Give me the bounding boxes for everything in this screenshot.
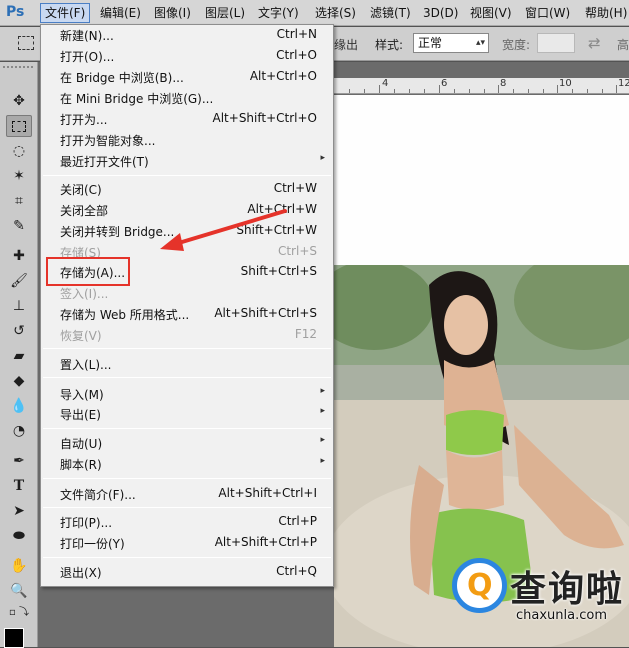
- zoom-tool-icon[interactable]: 🔍: [6, 580, 32, 602]
- crop-tool-icon[interactable]: ⌗: [6, 190, 32, 212]
- swap-colors-icon[interactable]: ▫ ⤵: [2, 602, 36, 624]
- menu-type[interactable]: 文字(Y): [254, 3, 303, 23]
- menu-item-scripts[interactable]: 脚本(R) ▸: [41, 455, 333, 475]
- menu-item-import[interactable]: 导入(M) ▸: [41, 385, 333, 405]
- swap-icon[interactable]: ⇄: [588, 34, 601, 52]
- marquee-preset-icon[interactable]: [18, 36, 34, 50]
- menu-item-open-smart-object[interactable]: 打开为智能对象...: [41, 131, 333, 151]
- history-brush-tool-icon[interactable]: ↺: [6, 320, 32, 342]
- menu-separator: [43, 175, 331, 176]
- height-label: 高: [617, 38, 629, 52]
- ruler-label: 6: [441, 78, 448, 89]
- menu-item-revert[interactable]: 恢复(V) F12: [41, 326, 333, 346]
- width-label: 宽度:: [502, 38, 531, 52]
- menu-item-browse-bridge[interactable]: 在 Bridge 中浏览(B)... Alt+Ctrl+O: [41, 68, 333, 88]
- menu-item-place[interactable]: 置入(L)...: [41, 355, 333, 375]
- chevron-updown-icon: ▴▾: [475, 38, 485, 48]
- watermark-logo-icon: Q: [452, 558, 507, 613]
- dodge-tool-icon[interactable]: ◔: [6, 420, 32, 442]
- submenu-arrow-icon: ▸: [320, 386, 325, 396]
- ruler-label: 10: [559, 78, 572, 89]
- menu-item-close[interactable]: 关闭(C) Ctrl+W: [41, 180, 333, 200]
- menu-item-new[interactable]: 新建(N)... Ctrl+N: [41, 26, 333, 46]
- tools-panel: ✥ ◌ ✶ ⌗ ✎ ✚ 🖌 ⊥ ↺ ▰ ◆ 💧 ◔ ✒ T ➤ ⬬ ✋ 🔍 ▫ …: [0, 62, 38, 647]
- menu-item-file-info[interactable]: 文件简介(F)... Alt+Shift+Ctrl+I: [41, 485, 333, 505]
- pen-tool-icon[interactable]: ✒: [6, 450, 32, 472]
- horizontal-ruler: 4 6 8 10 12: [334, 78, 629, 94]
- watermark: Q 查询啦 chaxunla.com: [452, 556, 624, 634]
- watermark-url: chaxunla.com: [516, 608, 607, 623]
- foreground-color-swatch[interactable]: [4, 628, 24, 648]
- paint-bucket-tool-icon[interactable]: ◆: [6, 370, 32, 392]
- width-input[interactable]: [537, 33, 575, 53]
- panel-grip[interactable]: [3, 66, 33, 71]
- menu-item-check-in[interactable]: 签入(I)...: [41, 284, 333, 304]
- menu-item-browse-mini-bridge[interactable]: 在 Mini Bridge 中浏览(G)...: [41, 89, 333, 109]
- menu-separator: [43, 557, 331, 558]
- submenu-arrow-icon: ▸: [320, 153, 325, 163]
- menu-item-print-one-copy[interactable]: 打印一份(Y) Alt+Shift+Ctrl+P: [41, 534, 333, 554]
- canvas-blank-area[interactable]: [334, 95, 629, 265]
- path-selection-tool-icon[interactable]: ➤: [6, 500, 32, 522]
- photoshop-logo: Ps: [6, 4, 25, 20]
- menu-help[interactable]: 帮助(H): [581, 3, 629, 23]
- watermark-brand: 查询啦: [510, 569, 625, 610]
- submenu-arrow-icon: ▸: [320, 435, 325, 445]
- lasso-tool-icon[interactable]: ◌: [6, 140, 32, 162]
- menu-item-automate[interactable]: 自动(U) ▸: [41, 434, 333, 454]
- style-label: 样式:: [375, 38, 404, 52]
- annotation-highlight-box: [46, 257, 130, 286]
- clone-stamp-tool-icon[interactable]: ⊥: [6, 295, 32, 317]
- magic-wand-tool-icon[interactable]: ✶: [6, 165, 32, 187]
- submenu-arrow-icon: ▸: [320, 406, 325, 416]
- menu-item-save-for-web[interactable]: 存储为 Web 所用格式... Alt+Shift+Ctrl+S: [41, 305, 333, 325]
- menu-item-print[interactable]: 打印(P)... Ctrl+P: [41, 513, 333, 533]
- brush-tool-icon[interactable]: 🖌: [6, 270, 32, 292]
- type-tool-icon[interactable]: T: [6, 475, 32, 497]
- hand-tool-icon[interactable]: ✋: [6, 555, 32, 577]
- style-select[interactable]: 正常 ▴▾: [413, 33, 489, 53]
- menu-bar: Ps 文件(F) 编辑(E) 图像(I) 图层(L) 文字(Y) 选择(S) 滤…: [0, 0, 629, 26]
- menu-item-exit[interactable]: 退出(X) Ctrl+Q: [41, 563, 333, 583]
- menu-separator: [43, 348, 331, 349]
- menu-3d[interactable]: 3D(D): [419, 3, 462, 23]
- menu-window[interactable]: 窗口(W): [521, 3, 574, 23]
- healing-brush-tool-icon[interactable]: ✚: [6, 245, 32, 267]
- menu-filter[interactable]: 滤镜(T): [366, 3, 415, 23]
- eyedropper-tool-icon[interactable]: ✎: [6, 215, 32, 237]
- menu-item-recent-files[interactable]: 最近打开文件(T) ▸: [41, 152, 333, 172]
- menu-view[interactable]: 视图(V): [466, 3, 516, 23]
- marquee-tool-icon[interactable]: [6, 115, 32, 137]
- annotation-arrow-icon: [160, 209, 287, 251]
- menu-separator: [43, 478, 331, 479]
- menu-separator: [43, 428, 331, 429]
- move-tool-icon[interactable]: ✥: [6, 90, 32, 112]
- menu-select[interactable]: 选择(S): [311, 3, 360, 23]
- menu-item-open-as[interactable]: 打开为... Alt+Shift+Ctrl+O: [41, 110, 333, 130]
- submenu-arrow-icon: ▸: [320, 456, 325, 466]
- menu-separator: [43, 377, 331, 378]
- ruler-label: 12: [618, 78, 629, 89]
- refine-edge-button[interactable]: 缘出: [334, 36, 358, 53]
- style-value: 正常: [418, 36, 443, 50]
- file-menu-dropdown: 新建(N)... Ctrl+N 打开(O)... Ctrl+O 在 Bridge 中…: [40, 24, 334, 587]
- ellipse-tool-icon[interactable]: ⬬: [6, 525, 32, 547]
- ruler-label: 4: [382, 78, 389, 89]
- watermark-logo-letter: Q: [467, 568, 493, 603]
- menu-file[interactable]: 文件(F): [40, 3, 91, 23]
- menu-layer[interactable]: 图层(L): [201, 3, 249, 23]
- blur-tool-icon[interactable]: 💧: [6, 395, 32, 417]
- menu-item-open[interactable]: 打开(O)... Ctrl+O: [41, 47, 333, 67]
- menu-separator: [43, 507, 331, 508]
- menu-edit[interactable]: 编辑(E): [96, 3, 145, 23]
- ruler-label: 8: [500, 78, 507, 89]
- eraser-tool-icon[interactable]: ▰: [6, 345, 32, 367]
- menu-item-export[interactable]: 导出(E) ▸: [41, 405, 333, 425]
- menu-image[interactable]: 图像(I): [150, 3, 195, 23]
